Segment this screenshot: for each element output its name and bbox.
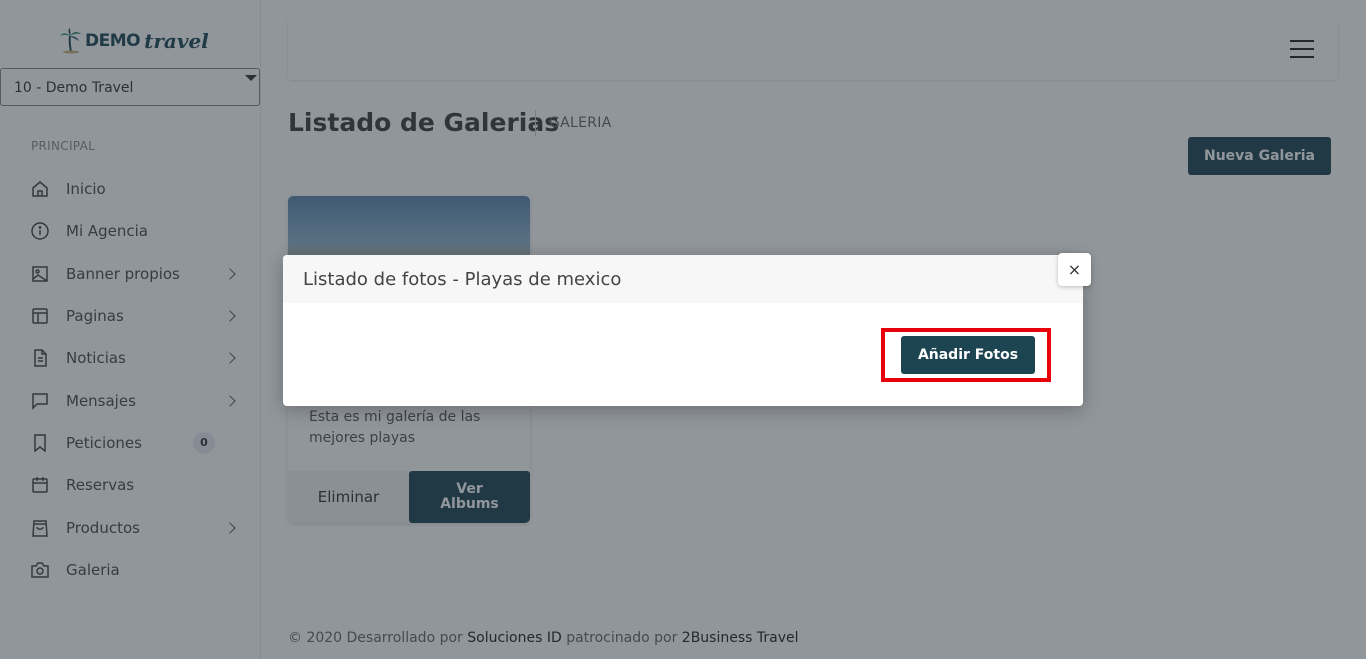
- modal-header: Listado de fotos - Playas de mexico: [283, 255, 1083, 303]
- add-photos-button[interactable]: Añadir Fotos: [901, 336, 1035, 374]
- modal-title: Listado de fotos - Playas de mexico: [303, 269, 622, 290]
- photos-modal: Listado de fotos - Playas de mexico Añad…: [283, 255, 1083, 406]
- close-icon[interactable]: ×: [1058, 253, 1091, 286]
